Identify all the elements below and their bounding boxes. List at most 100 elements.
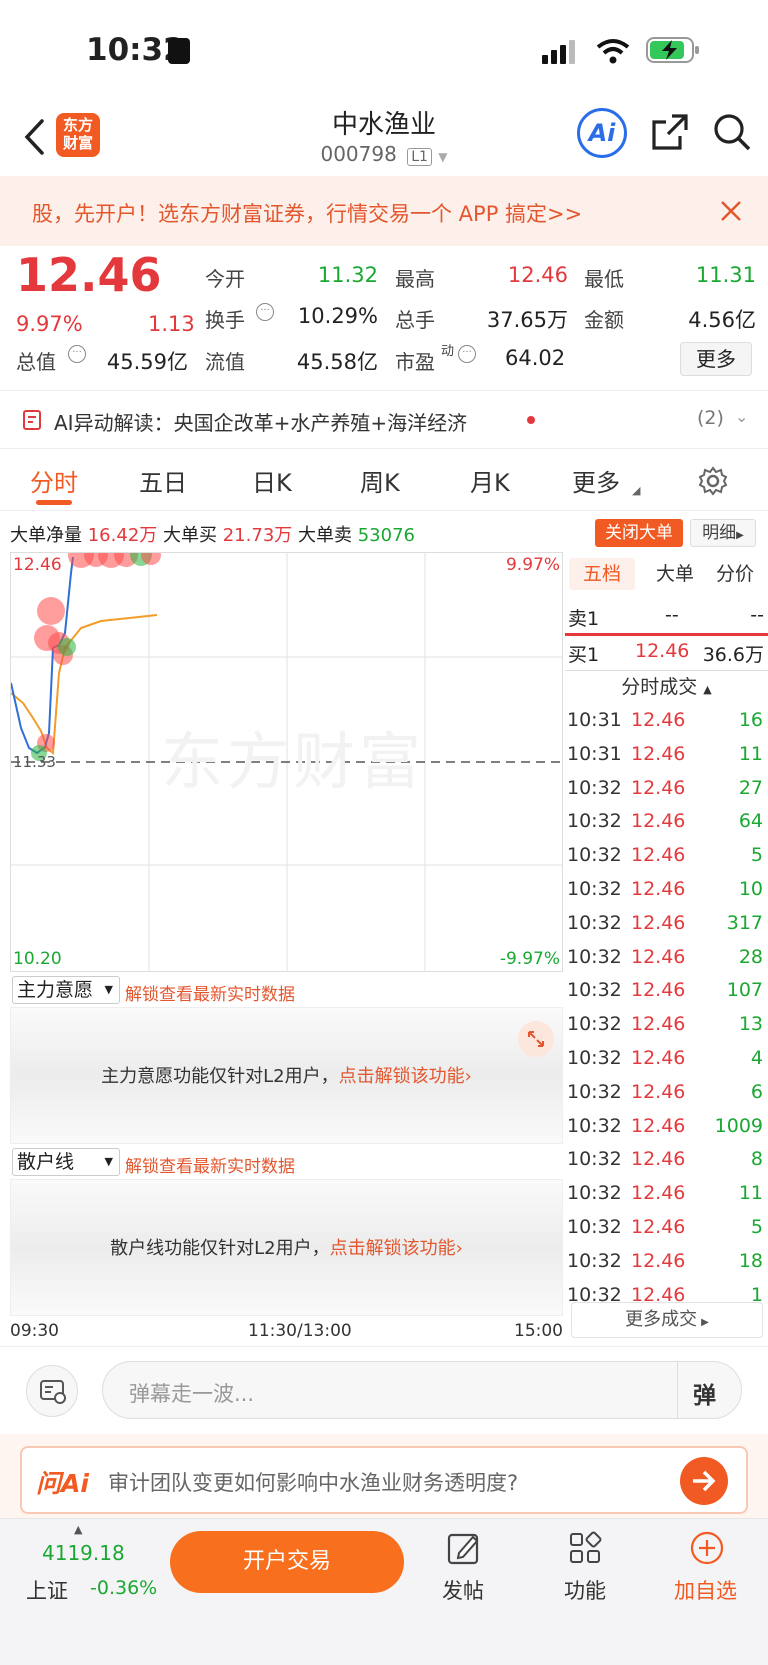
wifi-icon — [596, 39, 630, 64]
tab-five-day[interactable]: 五日 — [139, 463, 187, 498]
lock-message-text: 散户线功能仅针对L2用户， — [110, 1238, 330, 1259]
current-price: 12.46 — [16, 248, 162, 302]
trade-volume: 11 — [738, 1182, 763, 1205]
post-button[interactable]: 发帖 — [442, 1575, 484, 1605]
chat-bar: 弹幕走一波... 弹 — [0, 1346, 768, 1434]
net-label: 大单净量 — [10, 525, 82, 546]
lock-message: 主力意愿功能仅针对L2用户，点击解锁该功能› — [11, 1062, 562, 1088]
trade-time: 10:32 — [567, 810, 622, 833]
index-pct: -0.36% — [90, 1577, 158, 1599]
volume-value: 37.65万 — [486, 308, 568, 332]
trade-row: 10:32 12.46 4 — [567, 1047, 765, 1081]
trade-volume: 1009 — [714, 1114, 763, 1137]
trade-volume: 5 — [750, 844, 763, 867]
main-force-panel: 主力意愿 ▼ 解锁查看最新实时数据 主力意愿功能仅针对L2用户，点击解锁该功能› — [10, 972, 563, 1144]
main-force-select[interactable]: 主力意愿 ▼ — [12, 976, 120, 1004]
trade-row: 10:32 12.46 317 — [567, 912, 765, 946]
trade-row: 10:32 12.46 28 — [567, 946, 765, 980]
trade-volume: 5 — [750, 1216, 763, 1238]
pe-value: 64.02 — [505, 346, 566, 370]
trade-row: 10:32 12.46 6 — [567, 1081, 765, 1115]
detail-button[interactable]: 明细▶ — [690, 519, 756, 547]
sell-label: 大单卖 — [298, 525, 352, 546]
top-nav: 东方 财富 中水渔业 000798 L1 ▼ Ai — [0, 100, 768, 176]
main-force-select-label: 主力意愿 — [17, 979, 94, 1001]
post-icon — [447, 1533, 479, 1565]
change-value: 1.13 — [148, 312, 195, 336]
tab-price-split[interactable]: 分价 — [705, 558, 765, 590]
trade-row: 10:32 12.46 11 — [567, 1182, 765, 1216]
danmaku-toggle[interactable]: 弹 — [693, 1376, 716, 1410]
danmaku-settings-button[interactable] — [26, 1365, 78, 1417]
retail-select-label: 散户线 — [17, 1151, 75, 1173]
close-big-order-button[interactable]: 关闭大单 — [595, 519, 683, 547]
unlock-link[interactable]: 点击解锁该功能 — [330, 1238, 456, 1259]
tab-daily-k[interactable]: 日K — [252, 463, 292, 498]
open-value: 11.32 — [317, 263, 378, 287]
gear-icon[interactable] — [698, 466, 728, 496]
info-icon[interactable]: ··· — [458, 345, 476, 363]
more-button[interactable]: 更多 — [680, 342, 752, 376]
ai-label: Ai — [588, 119, 616, 147]
trade-volume: 4 — [750, 1047, 763, 1069]
order-book-panel: 五档 大单 分价 卖1 -- -- 买1 12.46 36.6万 分时成交 ▲ 1… — [565, 552, 768, 1346]
trade-price: 12.46 — [631, 776, 686, 799]
more-trades-button[interactable]: 更多成交 ▶ — [571, 1302, 763, 1338]
retail-line-panel: 散户线 ▼ 解锁查看最新实时数据 散户线功能仅针对L2用户，点击解锁该功能› — [10, 1144, 563, 1316]
report-icon — [23, 410, 41, 430]
trade-row: 10:32 12.46 64 — [567, 810, 765, 844]
quote-panel: 12.46 9.97% 1.13 今开 11.32 最高 12.46 最低 11… — [0, 246, 768, 391]
ai-button[interactable]: Ai — [577, 108, 627, 158]
trade-time: 10:32 — [567, 1182, 622, 1205]
trade-time: 10:31 — [567, 709, 622, 731]
tab-five-level[interactable]: 五档 — [569, 558, 635, 590]
unlock-hint[interactable]: 解锁查看最新实时数据 — [125, 980, 295, 1005]
share-icon[interactable] — [650, 112, 690, 152]
promo-banner[interactable]: 股，先开户！选东方财富证券，行情交易一个 APP 搞定>> — [0, 176, 768, 246]
trade-time: 10:32 — [567, 945, 622, 968]
unlock-link[interactable]: 点击解锁该功能 — [339, 1066, 465, 1087]
info-icon[interactable]: ··· — [256, 303, 274, 321]
search-icon[interactable] — [712, 112, 752, 152]
tab-intraday[interactable]: 分时 — [30, 463, 78, 498]
lock-message: 散户线功能仅针对L2用户，点击解锁该功能› — [11, 1234, 562, 1260]
tab-monthly-k[interactable]: 月K — [470, 463, 510, 498]
trade-row: 10:32 12.46 13 — [567, 1013, 765, 1047]
tab-more[interactable]: 更多 — [572, 463, 620, 498]
lock-message-text: 主力意愿功能仅针对L2用户， — [101, 1066, 339, 1087]
time-label-end: 15:00 — [514, 1321, 563, 1341]
ask-ai-input[interactable]: 问Ai 审计团队变更如何影响中水渔业财务透明度? — [20, 1446, 748, 1514]
tab-weekly-k[interactable]: 周K — [360, 463, 400, 498]
base-price-label: 11.33 — [13, 753, 56, 771]
chevron-right-icon: ▶ — [701, 1317, 709, 1328]
unlock-hint[interactable]: 解锁查看最新实时数据 — [125, 1152, 295, 1177]
add-watchlist-button[interactable]: 加自选 — [674, 1575, 737, 1605]
info-icon[interactable]: ··· — [68, 345, 86, 363]
trade-row: 10:32 12.46 18 — [567, 1250, 765, 1284]
trades-title[interactable]: 分时成交 ▲ — [565, 672, 768, 699]
chevron-down-icon: ⌄ — [735, 407, 749, 426]
danmaku-input[interactable]: 弹幕走一波... 弹 — [102, 1361, 742, 1419]
stock-code: 000798 — [320, 142, 397, 166]
buy1-volume: 36.6万 — [702, 644, 764, 666]
index-value[interactable]: 4119.18 — [42, 1541, 125, 1565]
ask-ai-bar: 问Ai 审计团队变更如何影响中水渔业财务透明度? — [0, 1434, 768, 1518]
tab-big-order[interactable]: 大单 — [645, 558, 705, 590]
id-card-icon — [168, 38, 190, 64]
ai-insight-row[interactable]: AI异动解读：央国企改革+水产养殖+海洋经济 (2) ⌄ — [0, 391, 768, 449]
pe-label: 市盈 — [395, 350, 435, 374]
close-icon[interactable] — [720, 200, 742, 222]
low-value: 11.31 — [695, 263, 756, 287]
trade-time: 10:32 — [567, 844, 622, 867]
trade-row: 10:32 12.46 5 — [567, 844, 765, 878]
function-button[interactable]: 功能 — [564, 1575, 606, 1605]
status-bar: 10:32 — [0, 0, 768, 100]
retail-select[interactable]: 散户线 ▼ — [12, 1148, 120, 1176]
intraday-chart[interactable]: 东方财富 12.46 9.97% 11.33 10.20 -9.97% — [10, 552, 563, 972]
tab-indicator — [36, 500, 72, 505]
expand-icon[interactable] — [517, 1020, 555, 1058]
top-pct-label: 9.97% — [505, 555, 560, 575]
low-label: 最低 — [584, 267, 624, 291]
open-trade-button[interactable]: 开户交易 — [170, 1531, 404, 1593]
ask-ai-send-button[interactable] — [680, 1457, 728, 1505]
